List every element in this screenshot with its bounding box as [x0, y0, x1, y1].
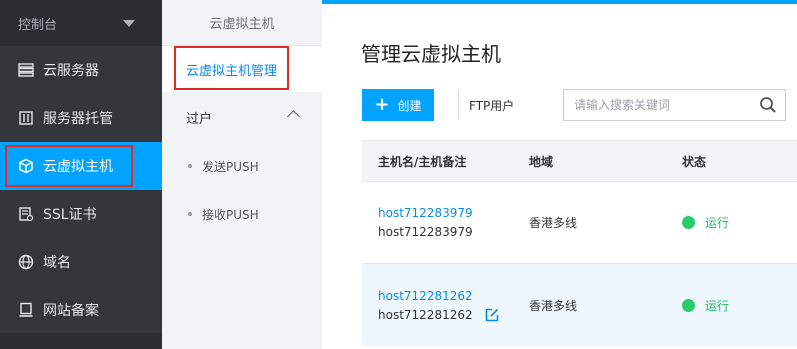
- search-input[interactable]: [574, 91, 759, 119]
- sidebar: 控制台 云服务器 服务器托管 云虚拟主机 SSL证书 域名 网站备案: [0, 0, 162, 349]
- secondary-nav: 云虚拟主机 云虚拟主机管理 过户 发送PUSH 接收PUSH: [162, 0, 322, 349]
- create-button[interactable]: + 创建: [362, 89, 434, 121]
- host-link[interactable]: host712283979: [378, 206, 473, 220]
- search-icon[interactable]: [759, 96, 777, 118]
- host-name: host712281262: [378, 307, 473, 322]
- host-name: host712283979: [378, 225, 473, 239]
- host-cell: host712281262 host712281262: [378, 289, 499, 322]
- table-header: 主机名/主机备注 地域 状态: [362, 140, 797, 182]
- bullet-icon: [188, 164, 192, 168]
- subnav-item-manage[interactable]: 云虚拟主机管理: [162, 46, 322, 92]
- console-label: 控制台: [18, 17, 58, 33]
- column-header: 主机名/主机备注: [378, 154, 467, 169]
- subnav-group-label: 过户: [186, 111, 213, 127]
- sidebar-item-label: 服务器托管: [43, 111, 113, 127]
- sidebar-item-label: 域名: [43, 255, 71, 271]
- host-cell: host712283979 host712283979: [378, 206, 473, 239]
- subnav-item-label: 接收PUSH: [202, 207, 259, 222]
- edit-icon[interactable]: [485, 308, 499, 322]
- chevron-up-icon: [287, 110, 300, 123]
- sidebar-item-server-hosting[interactable]: 服务器托管: [0, 94, 162, 142]
- highlight-box: [5, 145, 133, 187]
- plus-icon: +: [374, 94, 390, 115]
- sidebar-item-label: SSL证书: [43, 207, 97, 223]
- table-row: host712281262 host712281262 香港多线 运行: [362, 264, 797, 346]
- console-dropdown[interactable]: 控制台: [0, 0, 162, 46]
- main-content: 管理云虚拟主机 + 创建 FTP用户 主机名/主机备注 地域 状态 host71…: [322, 0, 797, 349]
- column-header: 地域: [529, 154, 554, 169]
- host-link[interactable]: host712281262: [378, 289, 499, 303]
- globe-icon: [18, 254, 34, 270]
- region-cell: 香港多线: [529, 298, 578, 313]
- ftp-user-link[interactable]: FTP用户: [469, 97, 514, 114]
- sidebar-item-ssl[interactable]: SSL证书: [0, 190, 162, 238]
- bullet-icon: [188, 212, 192, 216]
- sidebar-item-icp[interactable]: 网站备案: [0, 286, 162, 334]
- region-cell: 香港多线: [529, 216, 578, 230]
- certificate-icon: [18, 206, 34, 222]
- sidebar-item-domain[interactable]: 域名: [0, 238, 162, 286]
- sidebar-item-label: 网站备案: [43, 303, 99, 319]
- divider: [458, 90, 459, 120]
- page-title: 管理云虚拟主机: [361, 42, 501, 66]
- console-page: 控制台 云服务器 服务器托管 云虚拟主机 SSL证书 域名 网站备案 云虚拟主机…: [0, 0, 797, 349]
- subnav-group-transfer[interactable]: 过户: [162, 92, 322, 142]
- sidebar-item-label: 云服务器: [43, 63, 99, 79]
- sidebar-item-virtual-host[interactable]: 云虚拟主机: [0, 142, 162, 190]
- host-name-line: host712281262: [378, 308, 499, 322]
- top-accent-bar: [322, 0, 797, 4]
- status-text: 运行: [705, 216, 730, 230]
- record-icon: [18, 302, 34, 318]
- status-running-icon: [682, 298, 695, 312]
- subnav-item-send-push[interactable]: 发送PUSH: [162, 142, 322, 190]
- table-row: host712283979 host712283979 香港多线 运行: [362, 182, 797, 264]
- server-list-icon: [18, 62, 34, 78]
- search-box: [563, 89, 786, 121]
- caret-down-icon: [123, 20, 135, 27]
- subnav-item-receive-push[interactable]: 接收PUSH: [162, 190, 322, 238]
- highlight-box: [174, 46, 289, 90]
- column-header: 状态: [682, 154, 707, 169]
- subnav-title: 云虚拟主机: [162, 0, 322, 46]
- sidebar-item-cloud-server[interactable]: 云服务器: [0, 46, 162, 94]
- sidebar-footer: [0, 333, 162, 349]
- subnav-item-label: 发送PUSH: [202, 159, 259, 174]
- status-cell: 运行: [682, 214, 729, 231]
- status-text: 运行: [705, 298, 730, 313]
- create-button-label: 创建: [397, 98, 422, 113]
- status-cell: 运行: [682, 297, 729, 314]
- server-hosting-icon: [18, 110, 34, 126]
- status-running-icon: [682, 216, 695, 229]
